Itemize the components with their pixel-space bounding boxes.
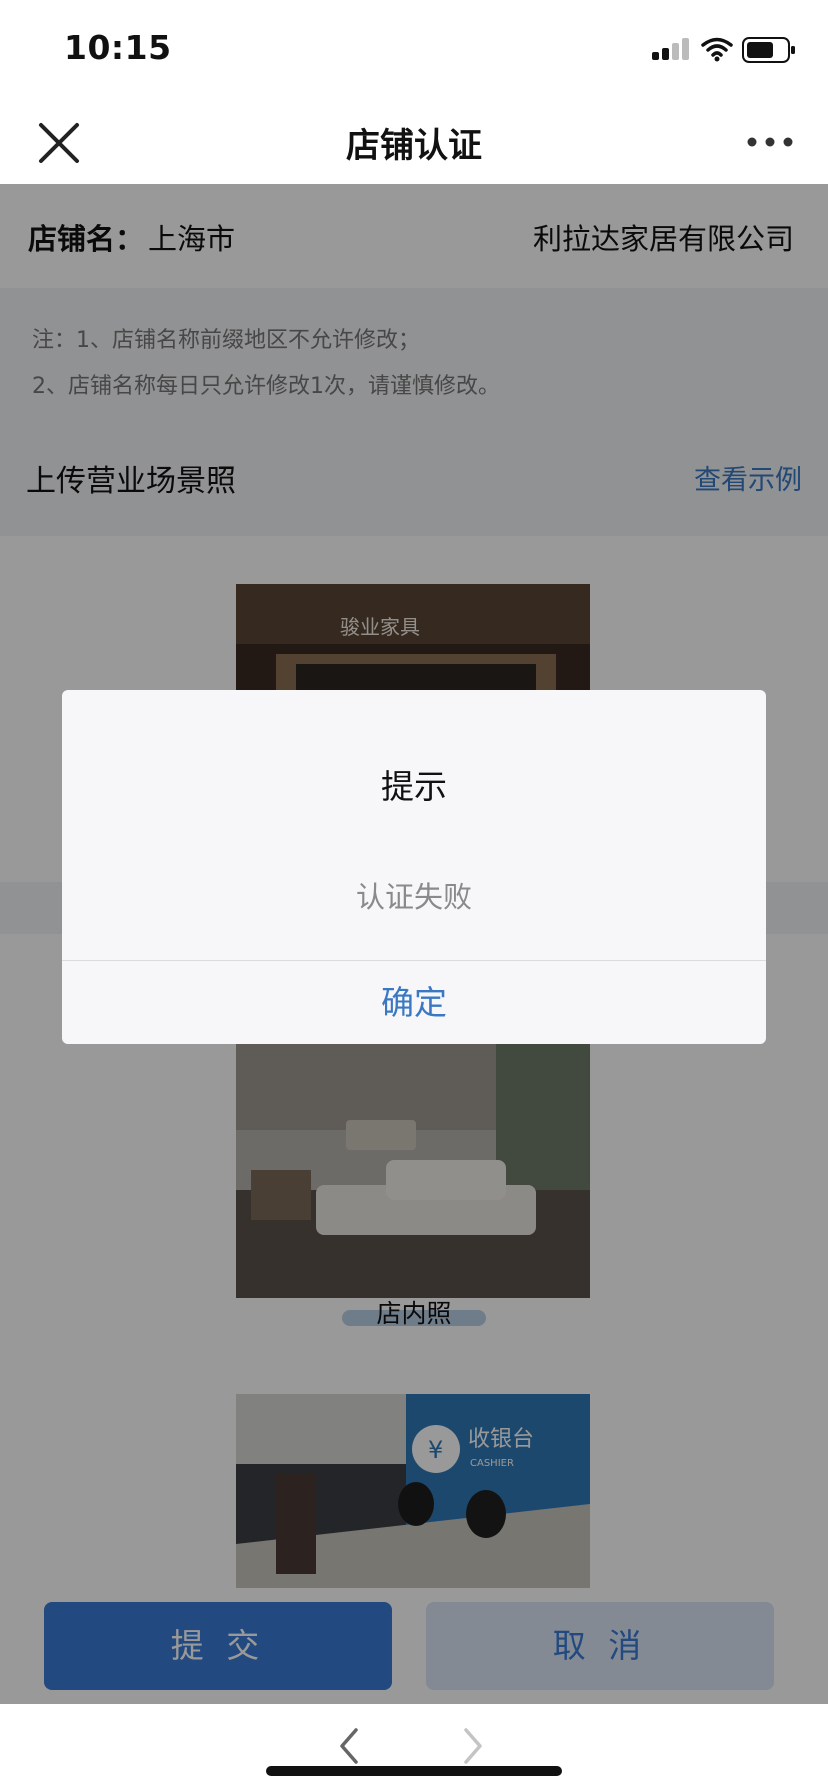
home-indicator [266,1766,562,1776]
forward-icon[interactable] [458,1724,488,1772]
back-icon[interactable] [334,1724,364,1772]
battery-icon [742,37,796,67]
signal-icon [652,38,692,60]
wifi-icon [700,36,734,66]
more-icon[interactable] [742,130,798,154]
nav-bar: 店铺认证 [0,100,828,184]
status-time: 10:15 [64,28,172,67]
page-title: 店铺认证 [346,126,482,166]
status-bar: 10:15 [0,0,828,100]
dialog-message: 认证失败 [355,880,472,914]
dialog-title: 提示 [381,767,447,806]
browser-toolbar [0,1704,828,1792]
alert-dialog: 提示 认证失败 确定 [62,690,766,1044]
dialog-confirm-button[interactable]: 确定 [62,961,766,1044]
